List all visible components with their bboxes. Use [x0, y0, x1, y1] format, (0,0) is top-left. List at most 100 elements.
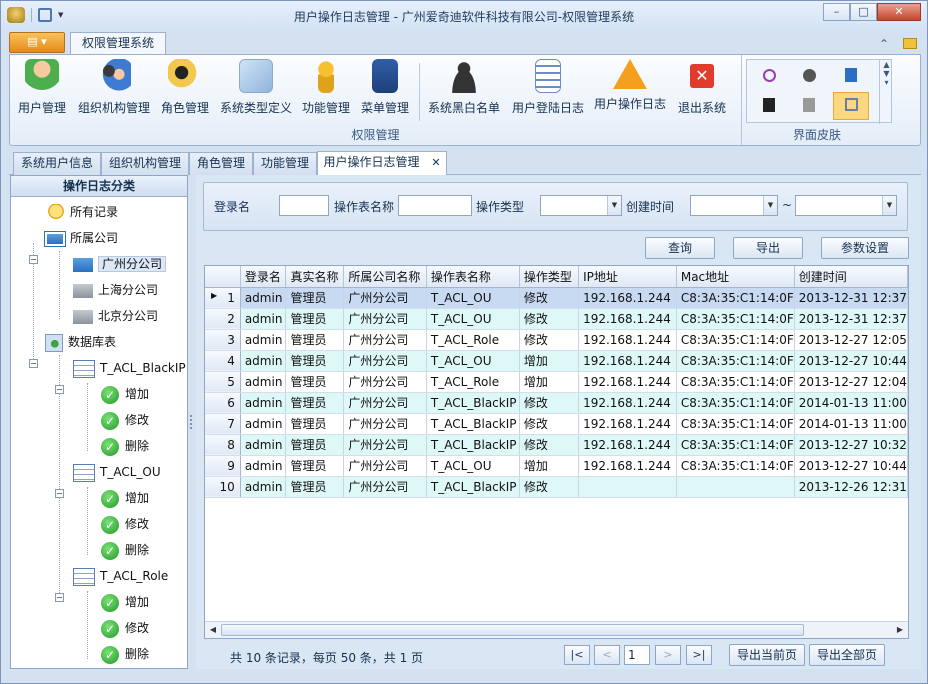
tab-role-management[interactable]: 角色管理 — [189, 152, 253, 175]
table-cell: 192.168.1.244 — [578, 413, 677, 435]
col-header-company[interactable]: 所属公司名称 — [343, 266, 427, 288]
table-row[interactable]: 8 admin 管理员 广州分公司 T_ACL_BlackIP 修改 192.168.1.2… — [205, 434, 908, 456]
minimize-button[interactable]: – — [823, 3, 850, 21]
login-log-button[interactable]: 用户登陆日志 — [510, 59, 586, 121]
collapse-table-icon[interactable]: − — [55, 489, 64, 498]
col-header-table[interactable]: 操作表名称 — [426, 266, 520, 288]
tree-item-op-modify[interactable]: ✓ 修改 — [101, 618, 149, 638]
skin-office-blue-icon[interactable] — [833, 64, 869, 90]
blacklist-button[interactable]: 系统黑白名单 — [426, 59, 502, 121]
end-date-picker[interactable]: ▼ — [795, 195, 897, 216]
tree-item-op-modify[interactable]: ✓ 修改 — [101, 514, 149, 534]
tree-item-company[interactable]: 所属公司 — [44, 228, 118, 248]
scroll-right-icon[interactable]: ▶ — [894, 624, 906, 636]
tree-item-op-delete[interactable]: ✓ 删除 — [101, 540, 149, 560]
export-button[interactable]: 导出 — [733, 237, 803, 259]
tree-item-table-role[interactable]: T_ACL_Role — [73, 566, 168, 586]
horizontal-scrollbar[interactable]: ◀ ▶ — [205, 621, 908, 638]
chevron-down-icon[interactable]: ▼ — [607, 196, 621, 215]
close-button[interactable]: ✕ — [877, 3, 921, 21]
tree-item-guangzhou-branch[interactable]: 广州分公司 — [73, 254, 167, 274]
col-header-optype[interactable]: 操作类型 — [519, 266, 580, 288]
table-row[interactable]: 5 admin 管理员 广州分公司 T_ACL_Role 增加 192.168.1.244 C… — [205, 371, 908, 393]
page-number-input[interactable]: 1 — [624, 645, 650, 665]
export-all-pages-button[interactable]: 导出全部页 — [809, 644, 885, 666]
user-management-button[interactable]: 用户管理 — [16, 59, 68, 121]
tab-system-users[interactable]: 系统用户信息 — [13, 152, 101, 175]
table-row[interactable]: 9 admin 管理员 广州分公司 T_ACL_OU 增加 192.168.1.244 C8:… — [205, 455, 908, 477]
tree-item-op-add[interactable]: ✓ 增加 — [101, 592, 149, 612]
skin-office-silver-icon[interactable] — [791, 94, 827, 120]
tab-org-management[interactable]: 组织机构管理 — [101, 152, 189, 175]
next-page-button[interactable]: > — [655, 645, 681, 665]
collapse-table-icon[interactable]: − — [55, 593, 64, 602]
table-row[interactable]: 10 admin 管理员 广州分公司 T_ACL_BlackIP 修改 2013-12-26… — [205, 476, 908, 498]
scroll-thumb[interactable] — [221, 624, 804, 636]
maximize-button[interactable]: □ — [850, 3, 877, 21]
org-management-button[interactable]: 组织机构管理 — [76, 59, 152, 121]
role-management-button[interactable]: 角色管理 — [158, 59, 212, 121]
skin-selected-icon[interactable] — [833, 92, 869, 120]
tree-item-beijing-branch[interactable]: 北京分公司 — [73, 306, 158, 326]
exit-system-button[interactable]: ✕ 退出系统 — [674, 59, 730, 121]
first-page-button[interactable]: |< — [564, 645, 590, 665]
col-header-login[interactable]: 登录名 — [240, 266, 287, 288]
col-header-ip[interactable]: IP地址 — [578, 266, 677, 288]
query-button[interactable]: 查询 — [645, 237, 715, 259]
scroll-left-icon[interactable]: ◀ — [207, 624, 219, 636]
menu-management-button[interactable]: 菜单管理 — [358, 59, 412, 121]
collapse-table-icon[interactable]: − — [55, 385, 64, 394]
table-name-input[interactable] — [398, 195, 472, 216]
settings-button[interactable]: 参数设置 — [821, 237, 909, 259]
ribbon-tab-permission-system[interactable]: 权限管理系统 — [70, 32, 166, 55]
ribbon-panel: 用户管理 组织机构管理 角色管理 系统类型定义 功能管理 菜单管理 系统黑白名单… — [9, 54, 921, 146]
last-page-button[interactable]: >| — [686, 645, 712, 665]
table-row[interactable]: 2 admin 管理员 广州分公司 T_ACL_OU 修改 192.168.1.244 C8:… — [205, 308, 908, 330]
tab-function-management[interactable]: 功能管理 — [253, 152, 317, 175]
skin-dark-icon[interactable] — [791, 64, 827, 90]
col-header-mac[interactable]: Mac地址 — [676, 266, 795, 288]
collapse-ribbon-icon[interactable]: ⌃ — [879, 37, 889, 51]
col-header-created[interactable]: 创建时间 — [794, 266, 908, 288]
table-cell: admin — [240, 371, 287, 393]
tree-item-all-records[interactable]: 所有记录 — [47, 202, 118, 222]
application-menu-button[interactable]: ▤ ▾ — [9, 32, 65, 53]
tree-item-op-modify[interactable]: ✓ 修改 — [101, 410, 149, 430]
tab-close-icon[interactable]: ✕ — [431, 156, 440, 169]
export-current-page-button[interactable]: 导出当前页 — [729, 644, 805, 666]
tree-item-op-add[interactable]: ✓ 增加 — [101, 488, 149, 508]
tree-item-shanghai-branch[interactable]: 上海分公司 — [73, 280, 158, 300]
table-row[interactable]: 6 admin 管理员 广州分公司 T_ACL_BlackIP 修改 192.168.1.2… — [205, 392, 908, 414]
function-management-button[interactable]: 功能管理 — [300, 59, 352, 121]
system-type-button[interactable]: 系统类型定义 — [218, 59, 294, 121]
collapse-company-icon[interactable]: − — [29, 255, 38, 264]
start-date-picker[interactable]: ▼ — [690, 195, 778, 216]
row-number-cell: 8 — [205, 434, 241, 456]
login-name-input[interactable] — [279, 195, 329, 216]
skin-gallery-scroll[interactable]: ▲ ▼ ▾ — [879, 60, 893, 124]
tree-item-op-delete[interactable]: ✓ 删除 — [101, 436, 149, 456]
table-row[interactable]: ▶ 1 admin 管理员 广州分公司 T_ACL_OU 修改 192.168.1.244 C8… — [205, 287, 908, 309]
operation-type-select[interactable]: ▼ — [540, 195, 622, 216]
chevron-down-icon[interactable]: ▼ — [763, 196, 777, 215]
collapse-db-icon[interactable]: − — [29, 359, 38, 368]
table-row[interactable]: 7 admin 管理员 广州分公司 T_ACL_BlackIP 修改 192.168.1.2… — [205, 413, 908, 435]
check-icon: ✓ — [101, 385, 119, 404]
table-cell: 2013-12-27 10:44 — [794, 455, 908, 477]
tree-item-db-tables[interactable]: 数据库表 — [45, 332, 116, 352]
chevron-down-icon[interactable]: ▼ — [882, 196, 896, 215]
tree-item-table-blackip[interactable]: T_ACL_BlackIP — [73, 358, 186, 378]
tab-operation-log-management[interactable]: 用户操作日志管理 ✕ — [317, 151, 447, 175]
tree-item-op-delete[interactable]: ✓ 删除 — [101, 644, 149, 664]
tree-item-op-add[interactable]: ✓ 增加 — [101, 384, 149, 404]
skin-purple-icon[interactable] — [751, 64, 787, 90]
skin-office-black-icon[interactable] — [751, 94, 787, 120]
mail-icon[interactable] — [903, 38, 917, 49]
col-header-realname[interactable]: 真实名称 — [285, 266, 345, 288]
table-row[interactable]: 3 admin 管理员 广州分公司 T_ACL_Role 修改 192.168.1.244 C… — [205, 329, 908, 351]
operation-log-button[interactable]: 用户操作日志 — [592, 59, 668, 121]
prev-page-button[interactable]: < — [594, 645, 620, 665]
tree-item-table-ou[interactable]: T_ACL_OU — [73, 462, 161, 482]
table-row[interactable]: 4 admin 管理员 广州分公司 T_ACL_OU 增加 192.168.1.244 C8:… — [205, 350, 908, 372]
panel-splitter[interactable] — [189, 175, 195, 669]
